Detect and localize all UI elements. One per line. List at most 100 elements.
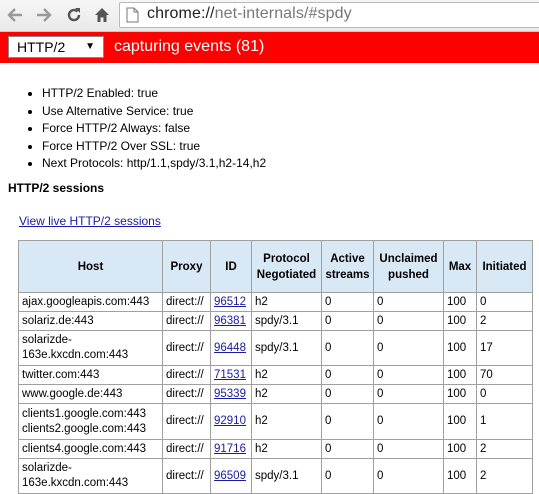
protocol-cell: spdy/3.1 [251,330,322,366]
column-header: Proxy [162,240,211,293]
session-id-link[interactable]: 96509 [214,470,246,482]
proxy-cell: direct:// [162,384,211,404]
protocol-cell: h2 [251,439,322,459]
initiated-cell: 0 [476,292,533,312]
table-row: ajax.googleapis.com:443 direct:// 96512 … [18,292,533,312]
table-row: solarizde-163e.kxcdn.com:443 direct:// 9… [18,458,533,494]
active-streams-cell: 0 [321,330,374,366]
status-bar: HTTP/2 ▼ capturing events (81) [0,32,539,63]
protocol-cell: h2 [251,403,322,440]
max-cell: 100 [443,311,477,331]
session-id-link[interactable]: 96448 [214,342,246,354]
session-id-link[interactable]: 71531 [214,369,246,381]
id-cell: 96509 [210,458,252,494]
forward-arrow-icon[interactable] [32,3,56,27]
column-header: Protocol Negotiated [251,240,322,293]
protocol-cell: h2 [251,365,322,385]
sessions-table: Host Proxy ID Protocol Negotiated Active… [18,240,533,494]
id-cell: 91716 [210,439,252,459]
host-cell: ajax.googleapis.com:443 [18,292,163,312]
active-streams-cell: 0 [321,403,374,440]
unclaimed-pushed-cell: 0 [373,439,444,459]
host-cell: www.google.de:443 [18,384,163,404]
proxy-cell: direct:// [162,365,211,385]
session-id-link[interactable]: 92910 [214,415,246,427]
capture-status: capturing events (81) [114,38,265,55]
proxy-cell: direct:// [162,403,211,440]
host-cell: clients4.google.com:443 [18,439,163,459]
host-cell: solarizde-163e.kxcdn.com:443 [18,458,163,494]
reload-icon[interactable] [62,3,86,27]
max-cell: 100 [443,439,477,459]
active-streams-cell: 0 [321,458,374,494]
unclaimed-pushed-cell: 0 [373,330,444,366]
max-cell: 100 [443,403,477,440]
host-cell: solarizde-163e.kxcdn.com:443 [18,330,163,366]
sessions-heading: HTTP/2 sessions [8,181,105,195]
initiated-cell: 0 [476,384,533,404]
address-url[interactable]: chrome://net-internals/#spdy [147,5,352,23]
active-streams-cell: 0 [321,384,374,404]
max-cell: 100 [443,365,477,385]
initiated-cell: 2 [476,311,533,331]
column-header: Active streams [321,240,374,293]
id-cell: 96512 [210,292,252,312]
active-streams-cell: 0 [321,292,374,312]
id-cell: 95339 [210,384,252,404]
table-row: solariz.de:443 direct:// 96381 spdy/3.1 … [18,311,533,331]
active-streams-cell: 0 [321,311,374,331]
back-arrow-icon[interactable] [3,3,27,27]
id-cell: 96448 [210,330,252,366]
initiated-cell: 2 [476,439,533,459]
column-header: ID [210,240,252,293]
initiated-cell: 70 [476,365,533,385]
unclaimed-pushed-cell: 0 [373,384,444,404]
active-streams-cell: 0 [321,365,374,385]
column-header: Unclaimed pushed [373,240,444,293]
list-item: Use Alternative Service: true [25,103,266,121]
max-cell: 100 [443,292,477,312]
session-id-link[interactable]: 95339 [214,388,246,400]
view-select-value: HTTP/2 [17,39,66,55]
list-item: Force HTTP/2 Always: false [25,120,266,138]
host-cell: twitter.com:443 [18,365,163,385]
protocol-cell: spdy/3.1 [251,311,322,331]
table-row: twitter.com:443 direct:// 71531 h2 0 0 1… [18,365,533,385]
session-id-link[interactable]: 91716 [214,443,246,455]
view-live-sessions-link[interactable]: View live HTTP/2 sessions [19,214,161,228]
column-header: Host [18,240,163,293]
protocol-cell: h2 [251,292,322,312]
unclaimed-pushed-cell: 0 [373,458,444,494]
list-item: Force HTTP/2 Over SSL: true [25,138,266,156]
proxy-cell: direct:// [162,458,211,494]
home-icon[interactable] [90,3,114,27]
page-icon [126,7,139,28]
active-streams-cell: 0 [321,439,374,459]
max-cell: 100 [443,384,477,404]
column-header: Max [443,240,477,293]
initiated-cell: 2 [476,458,533,494]
id-cell: 96381 [210,311,252,331]
address-bar[interactable]: chrome://net-internals/#spdy [119,2,539,28]
view-select[interactable]: HTTP/2 ▼ [8,36,104,58]
list-item: HTTP/2 Enabled: true [25,85,266,103]
initiated-cell: 17 [476,330,533,366]
list-item: Next Protocols: http/1.1,spdy/3.1,h2-14,… [25,155,266,173]
table-row: clients1.google.com:443 clients2.google.… [18,403,533,440]
table-row: www.google.de:443 direct:// 95339 h2 0 0… [18,384,533,404]
session-id-link[interactable]: 96381 [214,315,246,327]
unclaimed-pushed-cell: 0 [373,311,444,331]
host-cell: clients1.google.com:443 clients2.google.… [18,403,163,440]
host-cell: solariz.de:443 [18,311,163,331]
http2-status-list: HTTP/2 Enabled: true Use Alternative Ser… [25,85,266,173]
table-header-row: Host Proxy ID Protocol Negotiated Active… [18,240,533,293]
proxy-cell: direct:// [162,292,211,312]
unclaimed-pushed-cell: 0 [373,403,444,440]
browser-toolbar: chrome://net-internals/#spdy [0,0,539,32]
table-row: clients4.google.com:443 direct:// 91716 … [18,439,533,459]
id-cell: 71531 [210,365,252,385]
initiated-cell: 1 [476,403,533,440]
proxy-cell: direct:// [162,330,211,366]
session-id-link[interactable]: 96512 [214,296,246,308]
max-cell: 100 [443,458,477,494]
